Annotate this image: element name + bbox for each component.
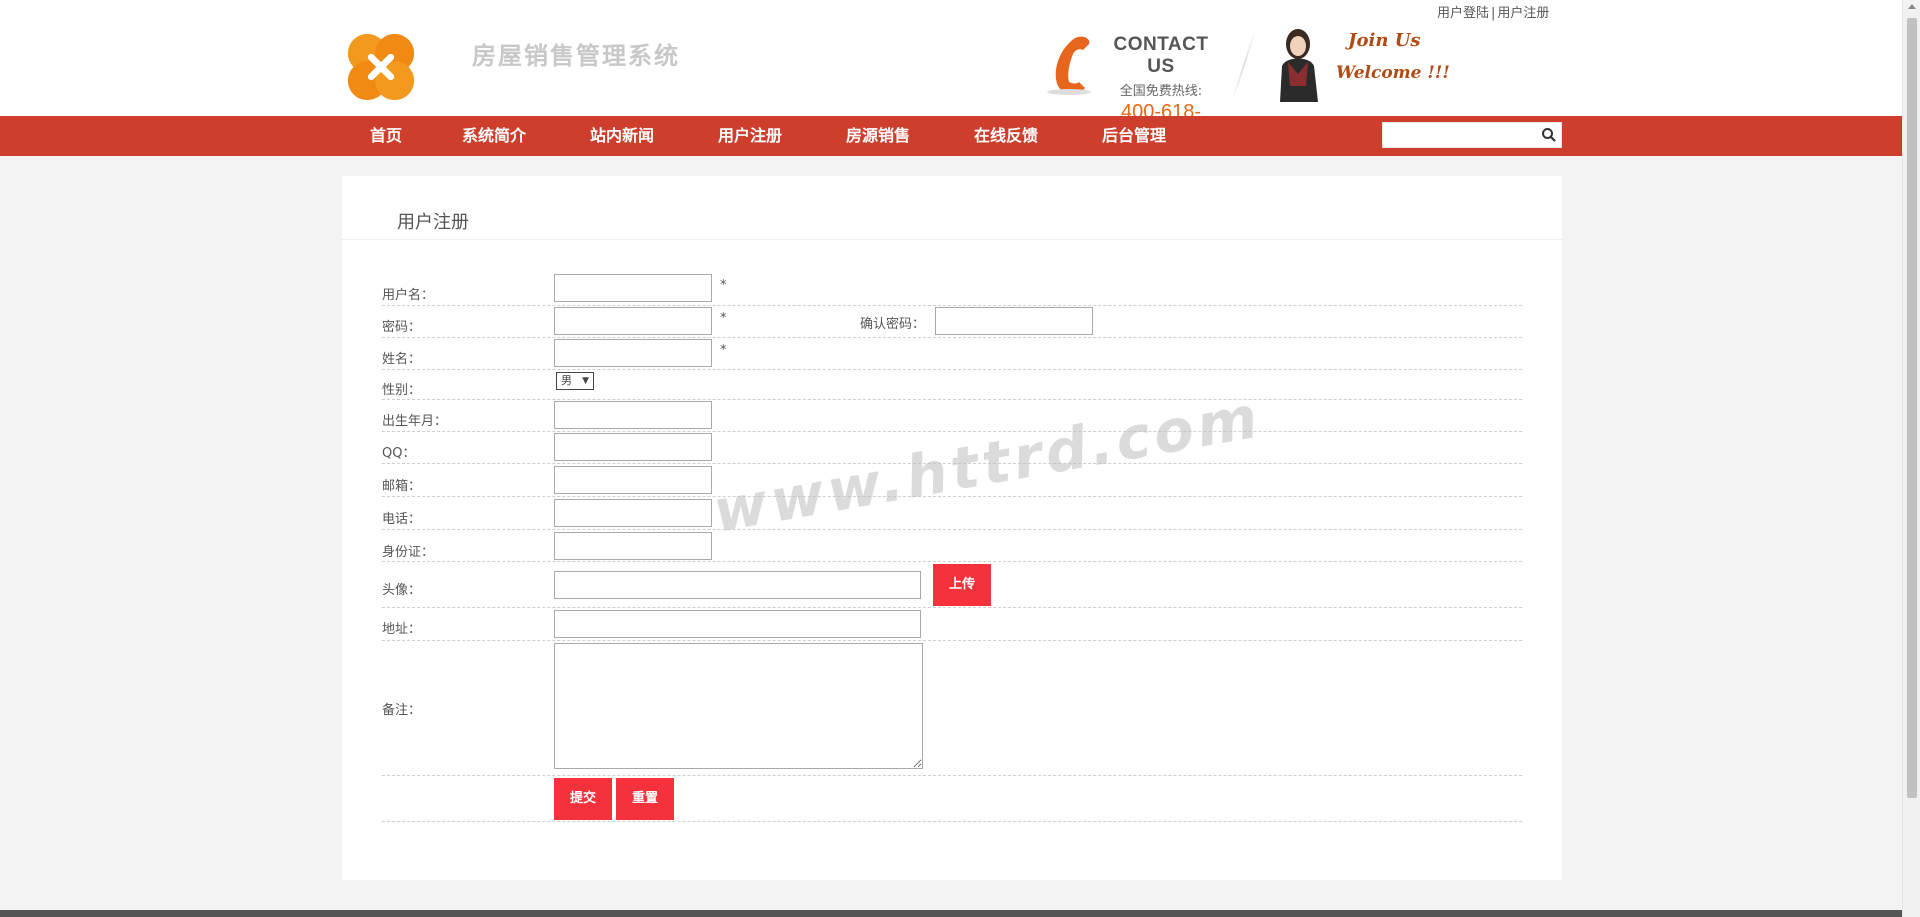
site-title: 房屋销售管理系统 (472, 41, 680, 70)
name-input[interactable] (554, 339, 712, 367)
email-label: 邮箱： (382, 479, 422, 494)
search-input[interactable] (1383, 123, 1533, 147)
confirm-password-label: 确认密码： (860, 317, 926, 332)
required-mark: * (720, 278, 727, 293)
nav-about[interactable]: 系统简介 (462, 116, 526, 156)
search-icon[interactable] (1541, 127, 1557, 143)
gender-value: 男 (561, 374, 572, 387)
nav-news[interactable]: 站内新闻 (590, 116, 654, 156)
row-password: 密码： * 确认密码： (382, 306, 1522, 338)
name-label: 姓名： (382, 352, 422, 367)
join-line1: Join Us (1348, 30, 1421, 51)
remark-label: 备注： (382, 703, 422, 718)
scrollbar[interactable] (1902, 0, 1920, 917)
phone-icon (1047, 36, 1091, 95)
email-input[interactable] (554, 466, 712, 494)
row-username: 用户名： * (382, 274, 1522, 306)
row-email: 邮箱： (382, 464, 1522, 497)
row-gender: 性别： 男 ▼ (382, 370, 1522, 400)
row-address: 地址： (382, 608, 1522, 641)
required-mark: * (720, 311, 727, 326)
row-actions: 提交 重置 (382, 776, 1522, 822)
join-line2: Welcome !!! (1336, 63, 1450, 83)
gender-select[interactable]: 男 ▼ (556, 372, 594, 390)
logo-icon[interactable] (342, 28, 420, 106)
row-id: 身份证： (382, 530, 1522, 562)
nav-register[interactable]: 用户注册 (718, 116, 782, 156)
row-remark: 备注： (382, 641, 1522, 776)
address-input[interactable] (554, 610, 921, 638)
password-label: 密码： (382, 320, 422, 335)
submit-button[interactable]: 提交 (554, 778, 612, 820)
upload-button[interactable]: 上传 (933, 564, 991, 606)
reset-button[interactable]: 重置 (616, 778, 674, 820)
birth-label: 出生年月： (382, 414, 448, 429)
confirm-password-input[interactable] (935, 307, 1093, 335)
id-label: 身份证： (382, 545, 435, 560)
register-link[interactable]: 用户注册 (1497, 6, 1549, 21)
username-input[interactable] (554, 274, 712, 302)
join-us: Join Us Welcome !!! (1336, 30, 1450, 83)
required-mark: * (720, 343, 727, 358)
nav-admin[interactable]: 后台管理 (1102, 116, 1166, 156)
qq-input[interactable] (554, 433, 712, 461)
gender-label: 性别： (382, 383, 422, 398)
scroll-up-icon[interactable] (1908, 4, 1916, 9)
row-avatar: 头像： 上传 (382, 562, 1522, 608)
search-box (1382, 122, 1562, 148)
login-link[interactable]: 用户登陆 (1437, 6, 1489, 21)
phone-input[interactable] (554, 499, 712, 527)
main-nav: 首页 系统简介 站内新闻 用户注册 房源销售 在线反馈 后台管理 (0, 116, 1902, 156)
footer-bar (0, 910, 1902, 917)
remark-textarea[interactable] (554, 643, 923, 769)
row-qq: QQ： (382, 432, 1522, 464)
site-header: 用户登陆 | 用户注册 房屋销售管理系统 CONTACT US 全国免费热线: 40… (0, 0, 1902, 146)
header-divider (1231, 30, 1257, 100)
nav-home[interactable]: 首页 (370, 116, 402, 156)
password-input[interactable] (554, 307, 712, 335)
avatar-label: 头像： (382, 583, 422, 598)
link-separator: | (1491, 6, 1496, 21)
panel-header (342, 176, 1562, 240)
nav-feedback[interactable]: 在线反馈 (974, 116, 1038, 156)
scroll-thumb[interactable] (1907, 18, 1917, 798)
nav-houses[interactable]: 房源销售 (846, 116, 910, 156)
phone-label: 电话： (382, 512, 422, 527)
row-birth: 出生年月： (382, 400, 1522, 432)
address-label: 地址： (382, 622, 422, 637)
avatar-input[interactable] (554, 571, 921, 599)
panel-title: 用户注册 (397, 212, 469, 233)
row-phone: 电话： (382, 497, 1522, 530)
top-links: 用户登陆 | 用户注册 (1436, 2, 1550, 21)
register-panel: 用户注册 用户名： * 密码： * 确认密码： 姓名： * 性别： 男 ▼ 出生年… (342, 176, 1562, 880)
username-label: 用户名： (382, 288, 435, 303)
birth-input[interactable] (554, 401, 712, 429)
row-name: 姓名： * (382, 338, 1522, 370)
chevron-down-icon: ▼ (582, 376, 589, 386)
id-input[interactable] (554, 532, 712, 560)
person-avatar-icon (1280, 29, 1318, 102)
contact-title: CONTACT US (1113, 34, 1209, 77)
qq-label: QQ： (382, 446, 416, 461)
contact-sub: 全国免费热线: (1119, 84, 1203, 99)
